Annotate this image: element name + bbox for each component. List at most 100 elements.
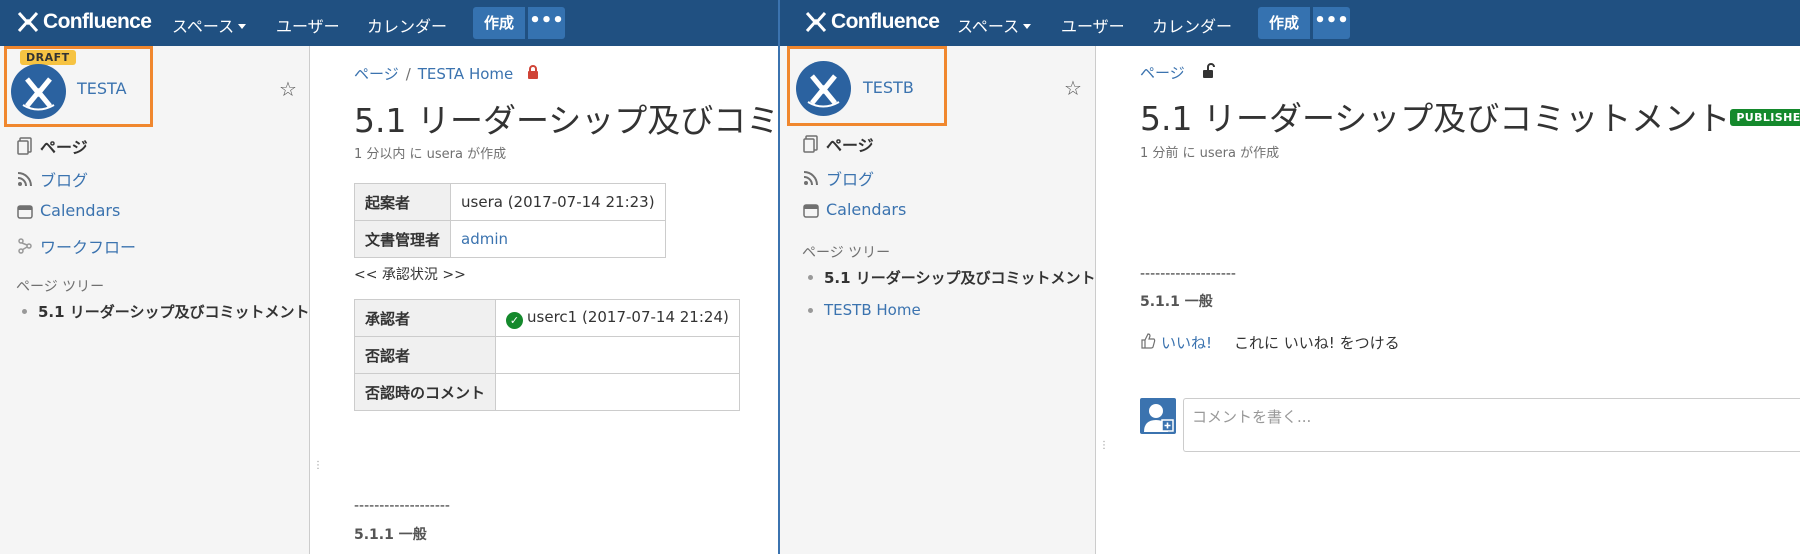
breadcrumb-pages[interactable]: ページ: [1140, 62, 1185, 83]
unlock-icon[interactable]: [1202, 62, 1216, 83]
main-content: ページ 5.1 リーダーシップ及びコミットメントPUBLISHED 1 分前 に…: [1096, 46, 1800, 554]
space-logo-icon[interactable]: [11, 64, 66, 119]
confluence-logo-text: Confluence: [831, 10, 940, 33]
space-name[interactable]: TESTB: [863, 78, 914, 97]
nav-calendars[interactable]: カレンダー: [1152, 13, 1232, 37]
page-title: 5.1 リーダーシップ及びコミットメント: [1140, 99, 1731, 138]
more-button[interactable]: •••: [1312, 7, 1350, 39]
confluence-logo-text: Confluence: [43, 10, 152, 33]
page-tree-label: ページ ツリー: [16, 279, 105, 295]
main-content: ページ / TESTA Home 5.1 リーダーシップ及びコミットメント 1 …: [310, 46, 778, 554]
sidebar-item-label: ページ: [40, 138, 88, 157]
right-window: Confluence スペース ユーザー カレンダー 作成 ••• TESTB …: [778, 0, 1800, 554]
table-row: 否認時のコメント: [353, 373, 740, 411]
sidebar-item-calendars[interactable]: Calendars: [16, 201, 120, 220]
table-cell: [495, 336, 740, 374]
bullet: [808, 307, 813, 313]
page-title: 5.1 リーダーシップ及びコミットメント: [354, 101, 778, 140]
status-badge: PUBLISHED: [1730, 109, 1800, 126]
like-button[interactable]: いいね!: [1161, 332, 1212, 353]
check-icon: ✓: [506, 311, 524, 329]
nav-users[interactable]: ユーザー: [1061, 13, 1125, 37]
sidebar: DRAFT TESTA ☆ ページ ブログ Calendars ワークフロー ペ…: [0, 46, 323, 554]
pages-icon: [802, 135, 820, 153]
page-tree-item[interactable]: 5.1 リーダーシップ及びコミットメント: [22, 301, 310, 322]
page-tree-label: ページ ツリー: [802, 245, 891, 261]
sidebar-item-calendars[interactable]: Calendars: [802, 200, 906, 219]
sidebar-item-label: Calendars: [40, 201, 121, 220]
page-byline: 1 分前 に usera が作成: [1140, 146, 1280, 161]
sidebar-item-label: ブログ: [40, 171, 89, 190]
top-navigation-bar: Confluence スペース ユーザー カレンダー 作成 •••: [780, 0, 1800, 46]
bullet: [808, 275, 813, 280]
create-button[interactable]: 作成: [473, 7, 525, 39]
nav-spaces[interactable]: スペース: [172, 13, 247, 37]
nav-users[interactable]: ユーザー: [276, 13, 340, 37]
sidebar-item-blog[interactable]: ブログ: [802, 166, 874, 190]
table-row: 文書管理者 admin: [353, 220, 666, 258]
confluence-logo-icon: [805, 11, 827, 33]
calendar-icon: [802, 201, 820, 219]
blog-icon: [16, 170, 34, 188]
breadcrumb: ページ: [1140, 62, 1216, 83]
sidebar-item-label: ブログ: [826, 170, 875, 189]
table-header-cell: 文書管理者: [353, 220, 452, 258]
admin-link[interactable]: admin: [461, 230, 508, 248]
like-icon[interactable]: [1140, 332, 1156, 353]
section-heading: 5.1.1 一般: [354, 527, 427, 543]
nav-spaces[interactable]: スペース: [957, 13, 1032, 37]
like-prompt: これに いいね! をつける: [1234, 334, 1400, 352]
page-tree-item-label: 5.1 リーダーシップ及びコミットメント: [824, 269, 1096, 287]
breadcrumb: ページ / TESTA Home: [354, 63, 539, 84]
lock-icon[interactable]: [527, 64, 539, 83]
approval-table: 承認者 ✓ userc1 (2017-07-14 21:24) 否認者 否認時のコメ…: [353, 299, 740, 411]
chevron-down-icon: [1023, 24, 1032, 29]
sidebar-item-label: ワークフロー: [40, 238, 137, 257]
sidebar-item-blog[interactable]: ブログ: [16, 167, 88, 191]
sidebar-item-workflow[interactable]: ワークフロー: [16, 234, 136, 258]
page-title-row: 5.1 リーダーシップ及びコミットメントPUBLISHED: [1140, 92, 1800, 140]
breadcrumb-home[interactable]: TESTA Home: [418, 65, 514, 83]
table-cell: ✓ userc1 (2017-07-14 21:24): [495, 299, 740, 337]
star-icon[interactable]: ☆: [1064, 76, 1082, 100]
draft-badge: DRAFT: [20, 50, 76, 65]
pages-icon: [16, 137, 34, 155]
nav-calendars[interactable]: カレンダー: [367, 13, 447, 37]
confluence-logo[interactable]: Confluence: [16, 9, 152, 35]
nav-spaces-label: スペース: [957, 17, 1020, 36]
page-tree-item[interactable]: 5.1 リーダーシップ及びコミットメント: [808, 267, 1096, 288]
table-header-cell: 否認時のコメント: [353, 373, 497, 411]
like-row: いいね! これに いいね! をつける: [1140, 332, 1400, 353]
space-name[interactable]: TESTA: [77, 79, 127, 98]
user-avatar-icon: [1140, 398, 1176, 434]
breadcrumb-separator: /: [405, 64, 411, 83]
workflow-icon: [16, 237, 34, 255]
page-tree-item-label: TESTB Home: [824, 301, 921, 319]
table-row: 承認者 ✓ userc1 (2017-07-14 21:24): [353, 299, 740, 337]
create-button[interactable]: 作成: [1258, 7, 1310, 39]
more-button[interactable]: •••: [527, 7, 565, 39]
sidebar: TESTB ☆ ページ ブログ Calendars ページ ツリー 5.1 リー…: [780, 46, 1109, 554]
confluence-logo[interactable]: Confluence: [804, 9, 940, 35]
table-cell: [495, 373, 740, 411]
breadcrumb-pages[interactable]: ページ: [354, 63, 399, 84]
blog-icon: [802, 169, 820, 187]
comment-input[interactable]: コメントを書く...: [1183, 398, 1800, 452]
approval-heading: << 承認状況 >>: [354, 267, 466, 283]
approver-value: userc1 (2017-07-14 21:24): [527, 307, 729, 326]
star-icon[interactable]: ☆: [279, 77, 297, 101]
table-row: 起案者 usera (2017-07-14 21:23): [353, 183, 666, 221]
sidebar-item-pages[interactable]: ページ: [16, 134, 88, 158]
divider-text: -------------------: [1140, 266, 1236, 282]
bullet: [22, 309, 27, 314]
table-cell: admin: [450, 220, 666, 258]
page-byline: 1 分以内 に usera が作成: [354, 147, 507, 162]
top-navigation-bar: Confluence スペース ユーザー カレンダー 作成 •••: [0, 0, 778, 46]
space-logo-icon[interactable]: [796, 61, 851, 116]
sidebar-item-label: ページ: [826, 136, 874, 155]
left-window: Confluence スペース ユーザー カレンダー 作成 ••• DRAFT …: [0, 0, 778, 554]
page-tree-item[interactable]: TESTB Home: [808, 301, 921, 319]
page-tree-item-label: 5.1 リーダーシップ及びコミットメント: [38, 303, 310, 321]
table-header-cell: 起案者: [353, 183, 452, 221]
sidebar-item-pages[interactable]: ページ: [802, 132, 874, 156]
